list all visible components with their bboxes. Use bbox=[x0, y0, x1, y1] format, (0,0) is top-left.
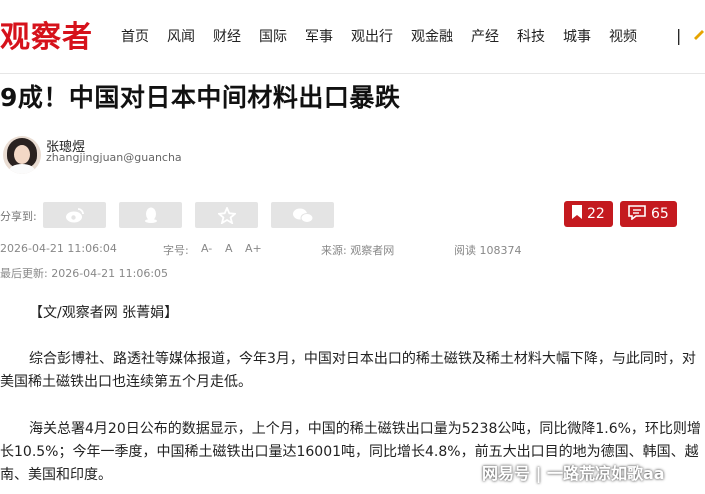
user-icon[interactable] bbox=[692, 24, 705, 42]
qzone-icon bbox=[217, 206, 236, 224]
read-count: 阅读 108374 bbox=[454, 244, 522, 257]
font-smaller-button[interactable]: A- bbox=[201, 242, 212, 255]
article-byline: 【文/观察者网 张菁娟】 bbox=[29, 305, 179, 321]
share-qzone-button[interactable] bbox=[195, 202, 258, 228]
nav-separator: | bbox=[676, 26, 682, 45]
nav-item-finance[interactable]: 财经 bbox=[213, 26, 241, 46]
article-paragraph: 综合彭博社、路透社等媒体报道，今年3月，中国对日本出口的稀土磁铁及稀土材料大幅下… bbox=[0, 351, 696, 390]
article-source: 来源: 观察者网 bbox=[321, 244, 395, 257]
nav-item-fengwen[interactable]: 风闻 bbox=[167, 26, 195, 46]
comment-count: 65 bbox=[651, 206, 669, 222]
nav-item-city[interactable]: 城事 bbox=[563, 26, 591, 46]
nav-item-military[interactable]: 军事 bbox=[305, 26, 333, 46]
font-size-label: 字号: bbox=[163, 244, 189, 257]
nav-item-travel[interactable]: 观出行 bbox=[351, 26, 393, 46]
nav-item-industry[interactable]: 产经 bbox=[471, 26, 499, 46]
bookmark-count: 22 bbox=[587, 206, 605, 222]
article-title: 9成！中国对日本中间材料出口暴跌 bbox=[0, 83, 401, 112]
font-normal-button[interactable]: A bbox=[225, 242, 233, 255]
qq-icon bbox=[143, 206, 159, 224]
author-email: zhangjingjuan@guancha.c bbox=[46, 151, 182, 164]
netease-watermark: 网易号 | 一路荒凉如歌aa bbox=[482, 464, 665, 483]
share-label: 分享到: bbox=[0, 210, 37, 223]
share-wechat-button[interactable] bbox=[271, 202, 334, 228]
comment-button[interactable]: 65 bbox=[620, 201, 677, 227]
site-logo[interactable]: 观察者 bbox=[0, 12, 93, 56]
nav-item-banking[interactable]: 观金融 bbox=[411, 26, 453, 46]
author-avatar[interactable] bbox=[3, 136, 41, 174]
wechat-icon bbox=[292, 207, 314, 224]
publish-time: 2026-04-21 11:06:04 bbox=[0, 242, 117, 255]
font-larger-button[interactable]: A+ bbox=[245, 242, 262, 255]
main-nav: 首页 风闻 财经 国际 军事 观出行 观金融 产经 科技 城事 视频 bbox=[121, 26, 655, 46]
nav-item-international[interactable]: 国际 bbox=[259, 26, 287, 46]
comment-icon bbox=[628, 204, 651, 224]
nav-item-tech[interactable]: 科技 bbox=[517, 26, 545, 46]
nav-item-home[interactable]: 首页 bbox=[121, 26, 149, 46]
bookmark-button[interactable]: 22 bbox=[564, 201, 613, 227]
weibo-icon bbox=[65, 207, 85, 223]
last-updated: 最后更新: 2026-04-21 11:06:05 bbox=[0, 267, 169, 280]
nav-item-video[interactable]: 视频 bbox=[609, 26, 637, 46]
bookmark-icon bbox=[572, 205, 587, 223]
top-navigation-bar: 观察者 首页 风闻 财经 国际 军事 观出行 观金融 产经 科技 城事 视频 | bbox=[0, 0, 705, 74]
share-qq-button[interactable] bbox=[119, 202, 182, 228]
share-weibo-button[interactable] bbox=[43, 202, 106, 228]
